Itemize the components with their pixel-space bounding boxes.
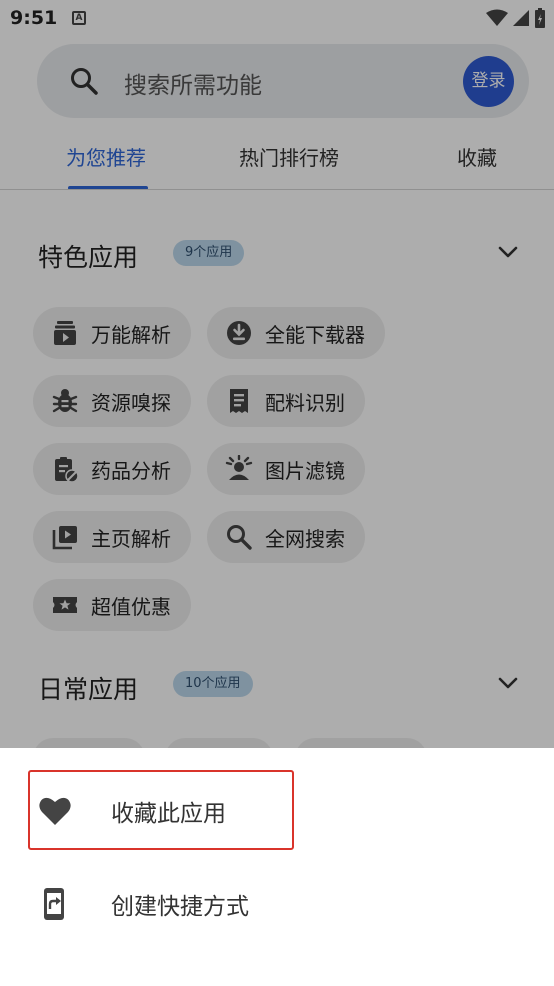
shortcut-icon xyxy=(44,888,64,920)
modal-scrim[interactable] xyxy=(0,0,554,748)
create-shortcut-label: 创建快捷方式 xyxy=(111,894,249,920)
app-screen: 9:51 A 搜索所需功能 登录 为您推荐 热门排行榜 收藏 特色应用 9个应用 xyxy=(0,0,554,986)
create-shortcut-action[interactable]: 创建快捷方式 xyxy=(0,863,554,943)
action-bottom-sheet: 收藏此应用 创建快捷方式 xyxy=(0,748,554,986)
highlight-box xyxy=(28,770,294,850)
